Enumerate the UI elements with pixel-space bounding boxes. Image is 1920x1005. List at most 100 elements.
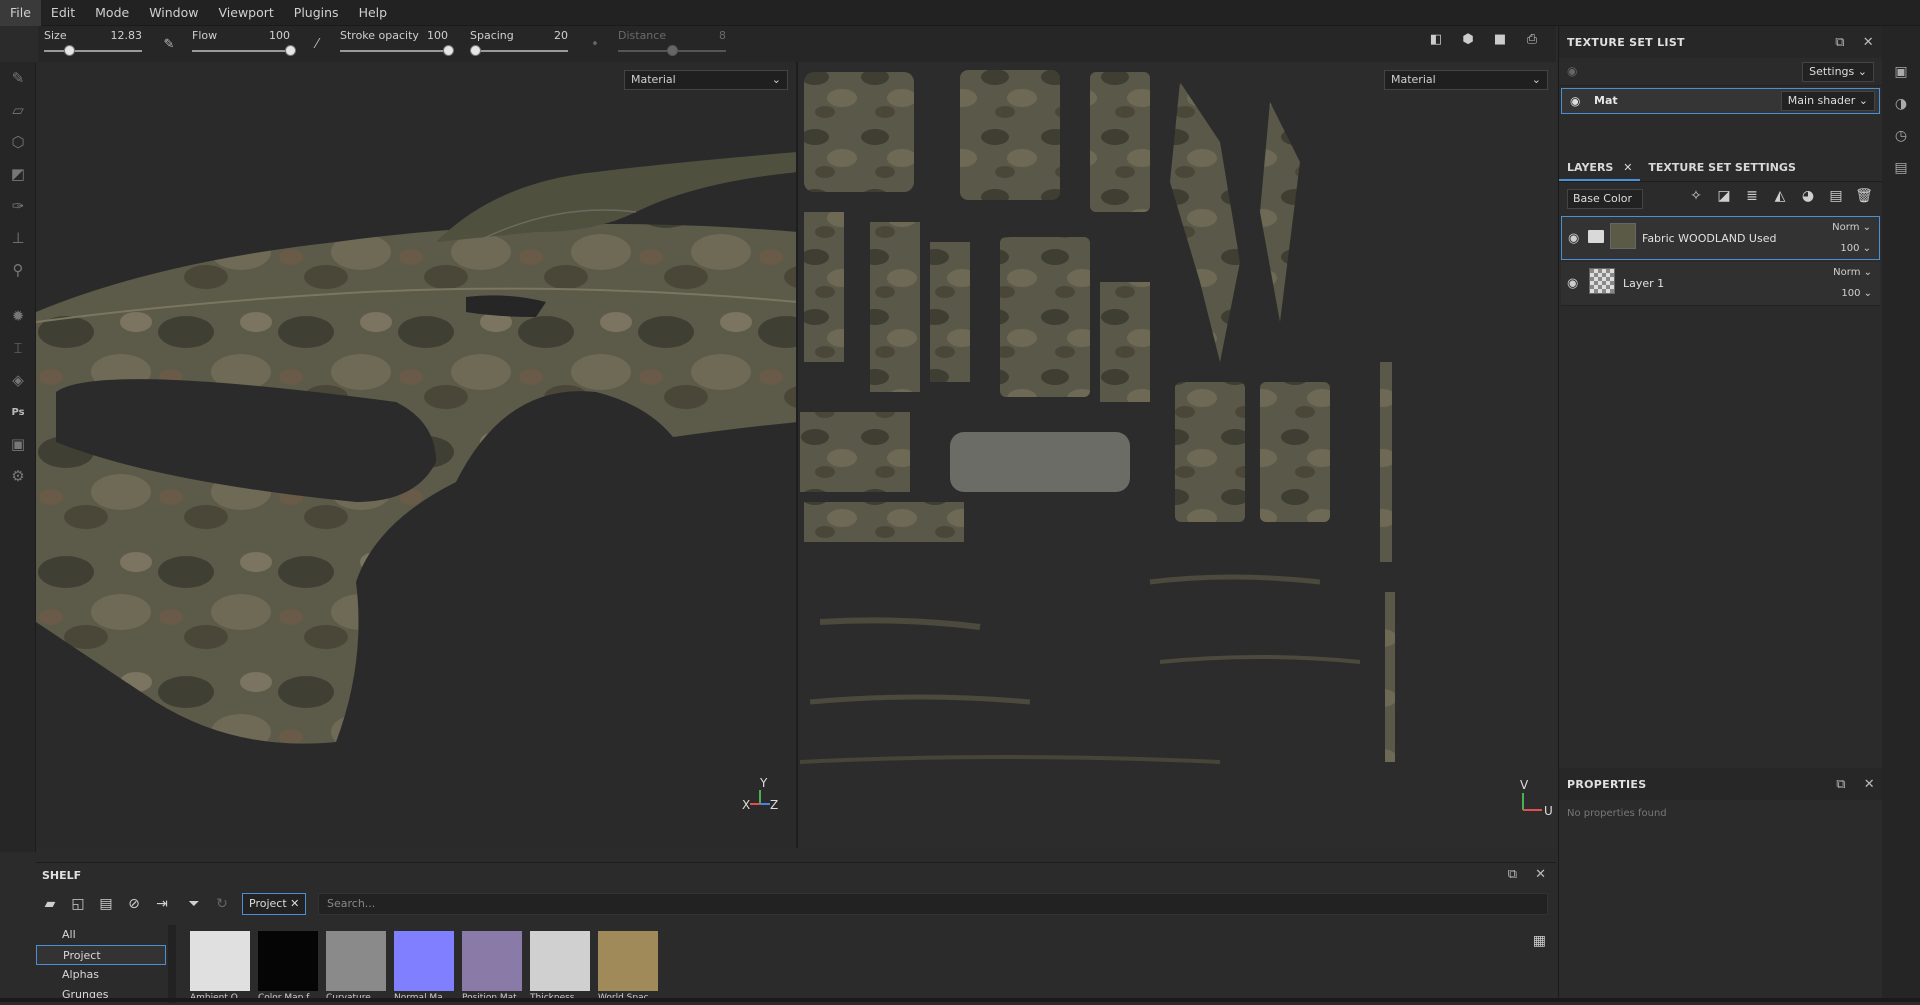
3d-cube-icon[interactable]: ⬢ [1452,32,1484,47]
polygon-fill-icon[interactable]: ◩ [0,158,36,190]
flow-track[interactable] [192,50,290,52]
menu-edit[interactable]: Edit [41,0,85,26]
eye-icon[interactable]: ◉ [1568,231,1579,246]
eye-icon[interactable]: ◉ [1567,276,1578,291]
smudge-icon[interactable]: ✑ [0,190,36,222]
menu-mode[interactable]: Mode [85,0,139,26]
delete-layer-icon[interactable]: 🗑 [1853,188,1875,204]
category-alphas[interactable]: Alphas [36,965,166,985]
opacity-select[interactable]: 100 ⌄ [1840,243,1871,254]
menu-help[interactable]: Help [349,0,398,26]
shelf-thumbnail[interactable]: Thickness ... [530,931,590,1003]
menu-window[interactable]: Window [139,0,208,26]
stroke-opacity-slider[interactable]: Stroke opacity 100 [334,26,454,62]
spacing-track[interactable] [470,50,568,52]
stroke-opacity-value[interactable]: 100 [427,29,448,42]
category-project[interactable]: Project [36,945,166,965]
color-picker-icon[interactable]: ⚲ [0,254,36,286]
bake-icon[interactable]: ✹ [0,300,36,332]
material-select-2d[interactable]: Material ⌄ [1384,70,1548,90]
shader-select[interactable]: Main shader ⌄ [1780,91,1875,111]
close-icon[interactable]: ✕ [1535,867,1546,882]
blend-mode-select[interactable]: Norm ⌄ [1832,222,1871,233]
layer-row[interactable]: ◉ Fabric WOODLAND Used Norm ⌄ 100 ⌄ [1561,216,1880,260]
undock-icon[interactable]: ⧉ [1508,867,1517,882]
add-smart-material-icon[interactable]: ◕ [1797,188,1819,204]
export-icon[interactable]: ⌶ [0,332,36,364]
close-icon[interactable]: ✕ [1864,777,1875,792]
add-folder-icon[interactable]: ▤ [1825,188,1847,204]
size-knob[interactable] [63,45,75,56]
hide-icon[interactable]: ⊘ [120,896,148,912]
size-slider[interactable]: Size 12.83 [38,26,148,62]
filter-icon[interactable]: ⏷ [180,896,208,912]
menu-plugins[interactable]: Plugins [284,0,349,26]
flow-pressure-icon[interactable]: ⁄ [306,26,328,62]
clone-stamp-icon[interactable]: ⊥ [0,222,36,254]
shelf-thumbnail[interactable]: Position Mat... [462,931,525,1003]
display-settings-icon[interactable]: ▣ [0,428,36,460]
texture-set-settings-button[interactable]: Settings ⌄ [1802,62,1874,82]
eraser-icon[interactable]: ▱ [0,94,36,126]
close-icon[interactable]: ✕ [290,897,299,910]
screenshot-icon[interactable]: ⎙ [1516,32,1548,47]
visibility-toggle-icon[interactable]: ◉ [1567,64,1577,78]
menu-viewport[interactable]: Viewport [209,0,284,26]
refresh-icon[interactable]: ↻ [208,896,236,912]
save-icon[interactable]: ▤ [92,896,120,912]
tab-texture-set-settings[interactable]: TEXTURE SET SETTINGS [1640,155,1803,181]
tab-layers[interactable]: LAYERS ✕ [1559,155,1641,181]
flow-knob[interactable] [285,45,296,56]
spacing-slider[interactable]: Spacing 20 [464,26,574,62]
folder-icon[interactable]: ▰ [36,896,64,912]
project-filter-tag[interactable]: Project ✕ [242,893,307,915]
layer-row[interactable]: ◉ Layer 1 Norm ⌄ 100 ⌄ [1561,262,1880,306]
close-icon[interactable]: ✕ [1863,35,1874,50]
menu-file[interactable]: File [0,0,41,26]
undock-icon[interactable]: ⧉ [1836,777,1846,792]
shelf-search-input[interactable]: Search... [318,893,1548,915]
split-view-icon[interactable]: ◧ [1420,32,1452,47]
log-icon[interactable]: ▤ [1882,152,1920,184]
opacity-select[interactable]: 100 ⌄ [1841,288,1872,299]
import-icon[interactable]: ⇥ [148,896,176,912]
add-layer-icon[interactable]: ≣ [1741,188,1763,204]
size-track[interactable] [44,50,142,52]
photoshop-icon[interactable]: Ps [0,396,36,428]
settings-gear-icon[interactable]: ⚙ [0,460,36,492]
add-mask-icon[interactable]: ◪ [1713,188,1735,204]
category-all[interactable]: All [36,925,166,945]
eye-icon[interactable]: ◉ [1570,94,1580,108]
shelf-thumbnail[interactable]: Normal Ma... [394,931,454,1003]
spacing-knob[interactable] [469,45,481,56]
viewport-3d[interactable]: Material ⌄ Y X Z [36,62,798,848]
stroke-opacity-knob[interactable] [443,45,454,56]
undock-icon[interactable]: ⧉ [1835,35,1845,50]
layers-stack-icon[interactable]: ◈ [0,364,36,396]
add-fill-layer-icon[interactable]: ◭ [1769,188,1791,204]
history-icon[interactable]: ◷ [1882,120,1920,152]
flow-value[interactable]: 100 [269,29,290,42]
size-value[interactable]: 12.83 [111,29,143,42]
flow-slider[interactable]: Flow 100 [186,26,296,62]
blend-mode-select[interactable]: Norm ⌄ [1833,267,1872,278]
layer-name[interactable]: Layer 1 [1623,277,1664,290]
new-item-icon[interactable]: ◱ [64,896,92,912]
camera-video-icon[interactable]: ■ [1484,32,1516,47]
shader-settings-icon[interactable]: ◑ [1882,88,1920,120]
projection-icon[interactable]: ⬡ [0,126,36,158]
display-settings-icon[interactable]: ▣ [1882,56,1920,88]
texture-set-row-mat[interactable]: ◉ Mat Main shader ⌄ [1561,88,1880,114]
stroke-opacity-track[interactable] [340,50,448,52]
channel-select[interactable]: Base Color ⌄ [1567,189,1643,223]
lazy-mouse-icon[interactable]: • [584,26,606,62]
shelf-thumbnail[interactable]: Curvature ... [326,931,386,1003]
categories-scrollbar[interactable] [168,925,176,1003]
spacing-value[interactable]: 20 [554,29,568,42]
close-icon[interactable]: ✕ [1623,161,1632,174]
shelf-thumbnail[interactable]: World Spac... [598,931,658,1003]
category-grunges[interactable]: Grunges [36,985,166,1005]
paint-brush-icon[interactable]: ✎ [0,62,36,94]
brush-pressure-icon[interactable]: ✎ [158,26,180,62]
add-effect-icon[interactable]: ✧ [1685,188,1707,204]
